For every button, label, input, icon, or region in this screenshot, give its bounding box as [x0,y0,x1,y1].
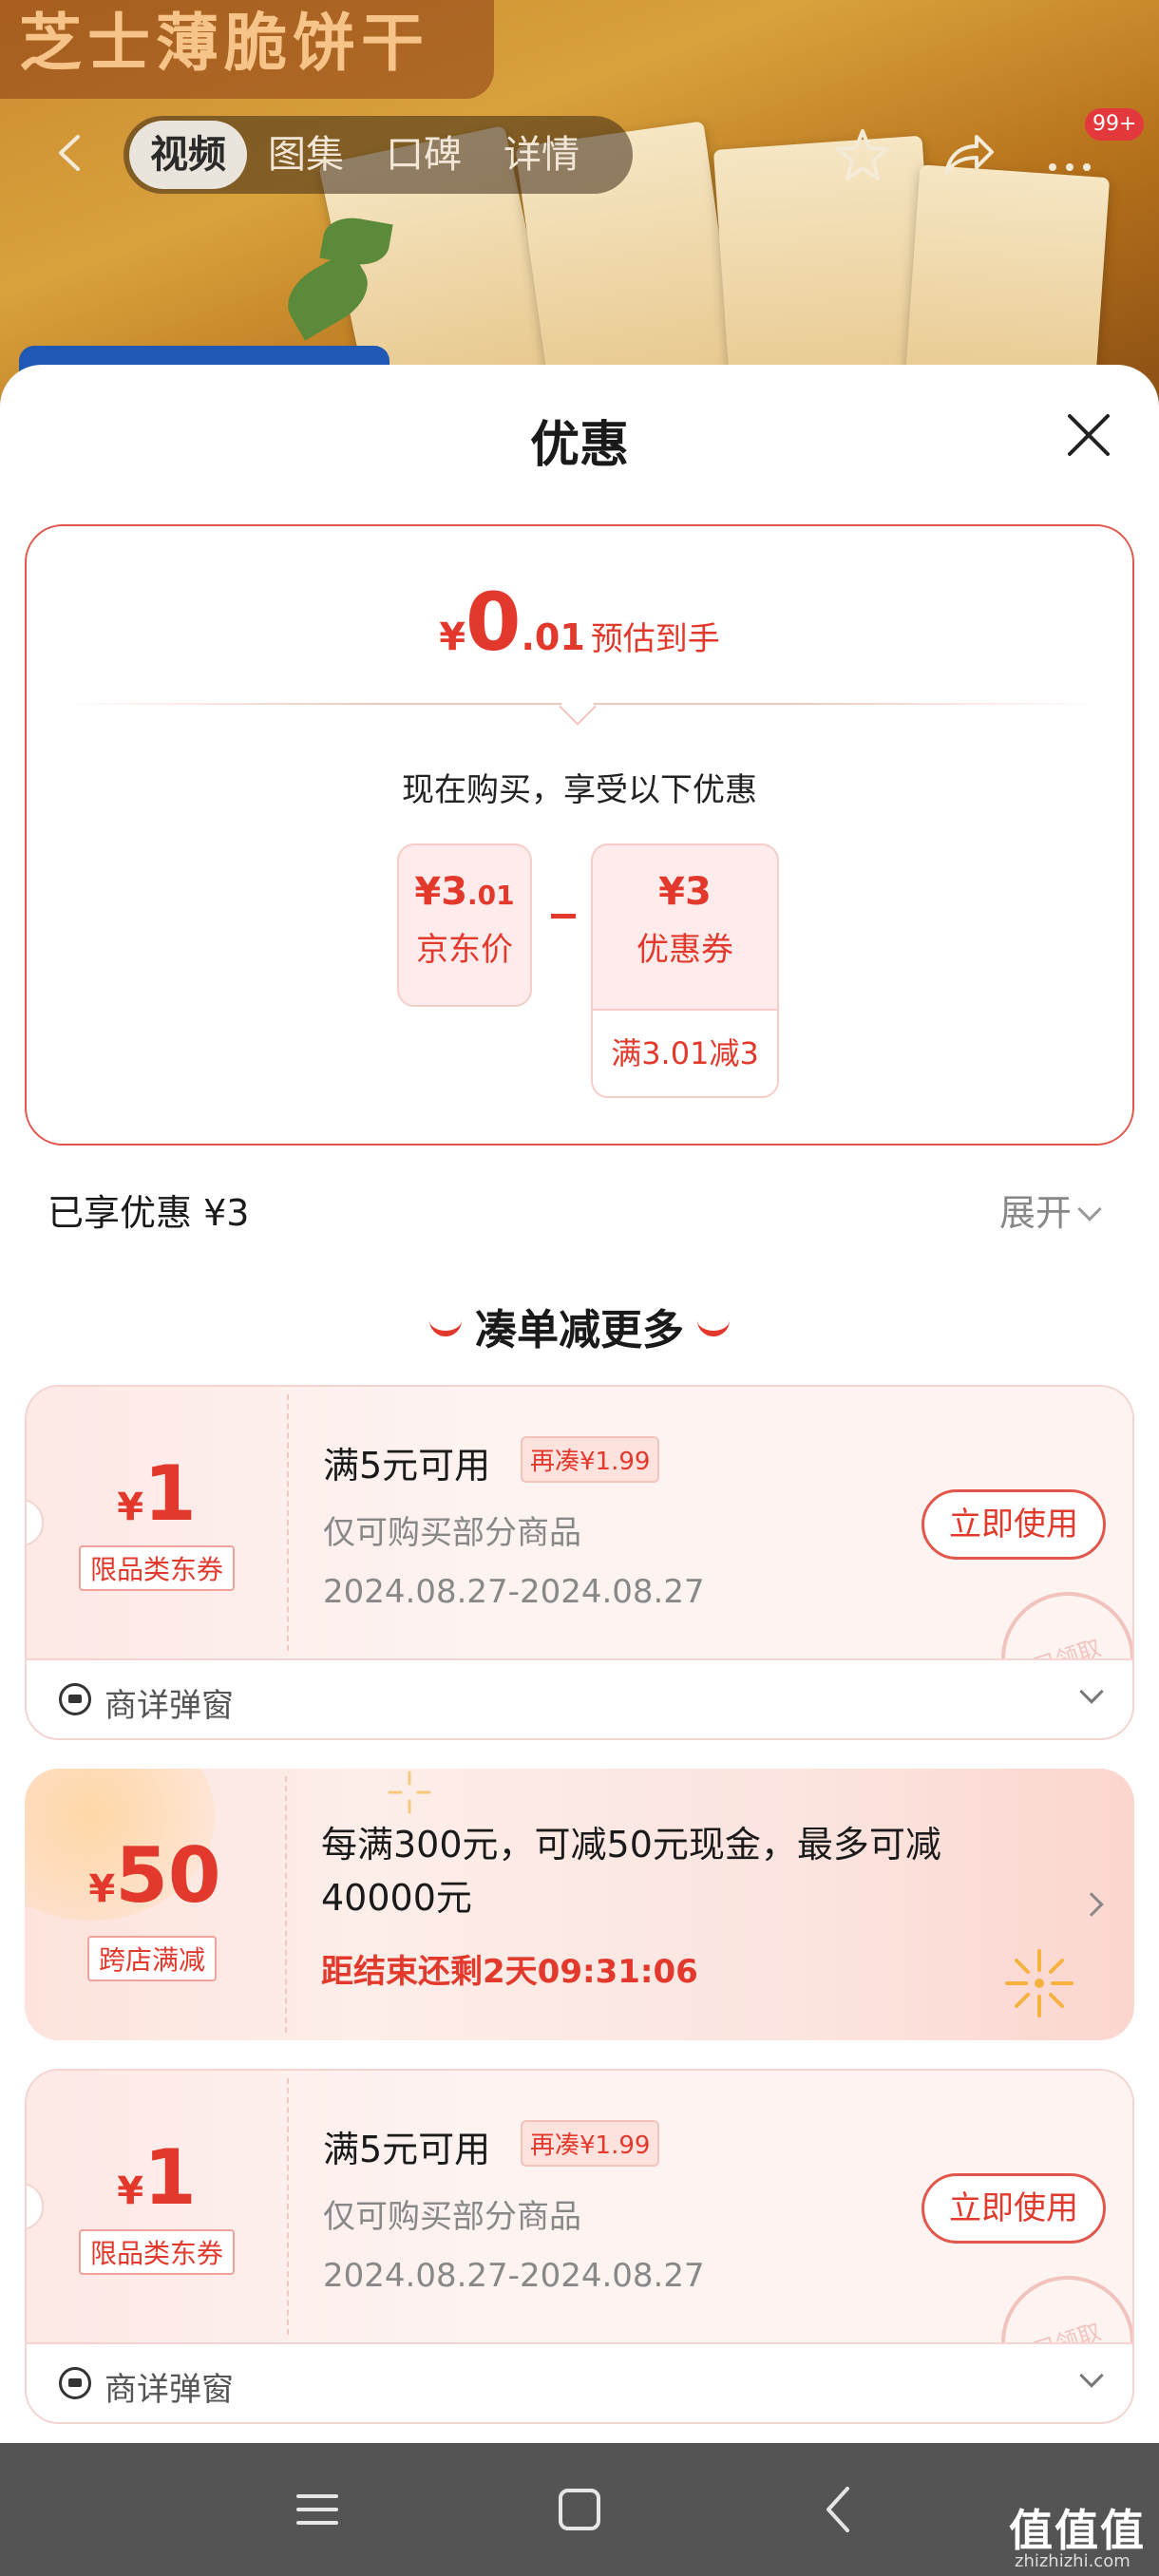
close-icon[interactable] [1062,408,1115,462]
coupon-currency: ¥ [117,1486,144,1529]
jd-price-box: ¥3.01 京东价 [397,843,532,1007]
recent-apps-icon[interactable] [291,2483,344,2536]
coupon-amount: 1 [143,1449,197,1538]
media-tabs: 视频 图集 口碑 详情 [124,116,633,194]
minus-sign [551,914,576,919]
estimated-price: ¥0.01 预估到手 [27,576,1132,669]
watermark-url: zhizhizhi.com [1015,2551,1130,2571]
tab-details[interactable]: 详情 [483,121,600,189]
discount-description: 每满300元，可减50元现金，最多可减40000元 [321,1824,941,1919]
coupon-scope: 仅可购买部分商品 [323,1514,581,1552]
estimated-price-card: ¥0.01 预估到手 现在购买，享受以下优惠 ¥3.01 京东价 ¥3 优惠券 满… [25,524,1134,1146]
coupon-title: 满5元可用 [323,2129,491,2170]
expand-button[interactable]: 展开 [999,1184,1102,1236]
back-icon[interactable] [813,2483,866,2536]
discount-currency: ¥ [88,1867,116,1911]
tab-reviews[interactable]: 口碑 [365,121,483,189]
chevron-down-icon [1077,1197,1102,1222]
coupon-main: ¥1 限品类东券 满5元可用 再凑¥1.99 仅可购买部分商品 2024.08.… [27,2071,1132,2422]
back-arrow-icon[interactable] [48,129,95,177]
estimate-label: 预估到手 [590,620,720,658]
coupon-validity: 2024.08.27-2024.08.27 [323,1573,705,1611]
coupon-separator [287,2078,289,2335]
now-buy-text: 现在购买，享受以下优惠 [402,771,757,809]
coupon-currency: ¥ [658,870,685,914]
sheet-title: 优惠 [529,417,629,474]
coupon-amount-area: ¥1 限品类东券 [27,1387,287,1658]
coupon-card: ¥1 限品类东券 满5元可用 再凑¥1.99 仅可购买部分商品 2024.08.… [25,2069,1134,2424]
use-now-button[interactable]: 立即使用 [922,2173,1106,2244]
discount-type-tag: 跨店满减 [87,1936,218,1981]
coupon-source-icon [59,1683,91,1715]
coupon-separator [285,1776,287,2033]
coupon-source-label: 商详弹窗 [104,2371,234,2409]
coupon-amount: 1 [143,2133,197,2222]
smile-right-icon [697,1319,730,1336]
jd-price-decimal: .01 [467,880,515,911]
smile-left-icon [429,1319,462,1336]
chevron-right-icon [1079,1892,1104,1917]
coupon-currency: ¥ [117,2169,144,2213]
coupon-value: 3 [685,870,712,914]
coupon-footer[interactable]: 商详弹窗 [27,2342,1132,2422]
discount-amount: 50 [115,1831,221,1920]
expand-label: 展开 [999,1192,1073,1234]
enjoyed-discount: 已享优惠 ¥3 [48,1192,250,1234]
coupon-title: 满5元可用 [323,1445,491,1487]
firework-small-icon [388,1771,431,1814]
top-nav-bar: 视频 图集 口碑 详情 99+ [0,108,1159,198]
coupon-extra-badge: 再凑¥1.99 [521,2120,660,2167]
jd-price-label: 京东价 [416,931,513,969]
estimate-decimal: .01 [521,616,585,658]
coupon-type-tag: 限品类东券 [78,2229,235,2275]
coupon-type-tag: 限品类东券 [78,1545,235,1591]
more-deals-label: 凑单减更多 [475,1306,684,1354]
watermark-logo: 值值值 [1009,2505,1146,2556]
estimate-currency: ¥ [439,616,466,659]
coupon-validity: 2024.08.27-2024.08.27 [323,2257,705,2295]
estimate-integer: 0 [466,576,522,669]
coupon-discount-box: ¥3 优惠券 满3.01减3 [591,843,779,1098]
system-nav-bar [0,2443,1159,2576]
more-deals-heading: 凑单减更多 [0,1296,1159,1356]
use-now-button[interactable]: 立即使用 [922,1489,1106,1560]
tab-gallery[interactable]: 图集 [247,121,365,189]
coupon-card: ¥1 限品类东券 满5元可用 再凑¥1.99 仅可购买部分商品 2024.08.… [25,1385,1134,1740]
coupon-condition: 满3.01减3 [593,1009,777,1096]
chevron-down-icon [1079,1679,1104,1704]
coupon-separator [287,1394,289,1651]
coupon-amount-area: ¥1 限品类东券 [27,2071,287,2342]
coupon-footer[interactable]: 商详弹窗 [27,1658,1132,1738]
coupon-extra-badge: 再凑¥1.99 [521,1436,660,1483]
chevron-down-icon [1079,2363,1104,2388]
home-icon[interactable] [553,2483,606,2536]
cross-store-discount-card[interactable]: ¥50 跨店满减 每满300元，可减50元现金，最多可减40000元 距结束还剩… [25,1769,1134,2040]
coupon-label: 优惠券 [636,931,733,969]
message-count-badge: 99+ [1085,108,1145,141]
coupon-main: ¥1 限品类东券 满5元可用 再凑¥1.99 仅可购买部分商品 2024.08.… [27,1387,1132,1738]
coupon-source-icon [59,2367,91,2399]
divider-notch [559,688,597,726]
hero-product-title: 芝士薄脆饼干 [0,0,494,99]
firework-icon [1005,1949,1074,2017]
share-icon[interactable] [937,125,998,186]
coupon-scope: 仅可购买部分商品 [323,2198,581,2236]
jd-price-integer: 3 [441,870,468,914]
countdown-text: 距结束还剩2天09:31:06 [321,1953,698,1991]
star-favorite-icon[interactable] [832,125,893,186]
tab-video[interactable]: 视频 [129,121,247,189]
jd-price-currency: ¥ [414,870,442,914]
coupon-source-label: 商详弹窗 [104,1687,234,1725]
